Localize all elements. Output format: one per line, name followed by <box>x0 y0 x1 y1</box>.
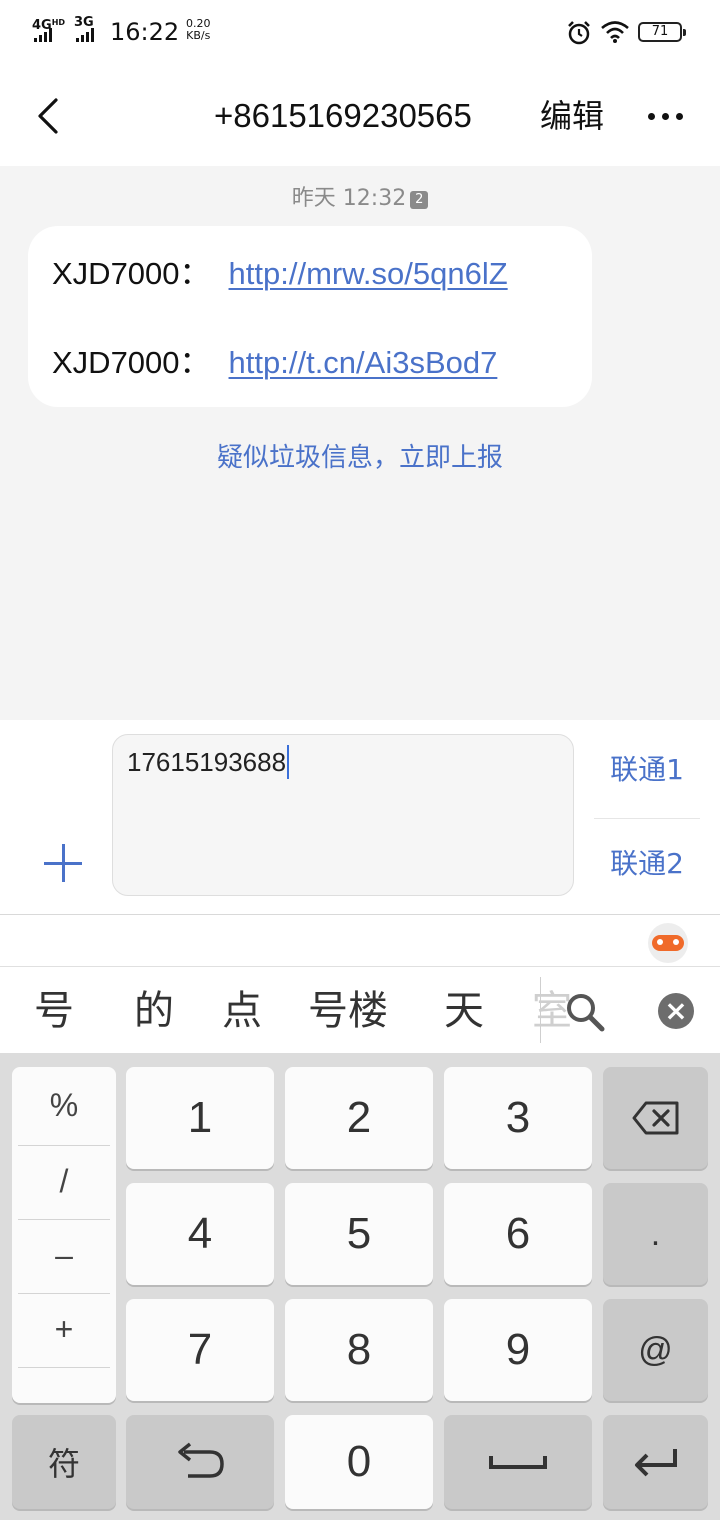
back-button[interactable] <box>28 94 72 138</box>
send-sim2-button[interactable]: 联通2 <box>594 844 700 884</box>
symbol-switch-key[interactable]: 符 <box>12 1415 116 1509</box>
candidate-bar: 号 的 点 号楼 天 室 × <box>0 967 720 1053</box>
enter-key[interactable] <box>603 1415 708 1509</box>
candidate-word[interactable]: 的 <box>134 987 174 1035</box>
divider <box>594 818 700 819</box>
backspace-key[interactable] <box>603 1067 708 1169</box>
alarm-icon <box>568 21 590 45</box>
more-dots-icon <box>648 112 655 120</box>
candidate-word[interactable]: 号 <box>34 987 74 1035</box>
divider <box>18 1219 110 1220</box>
return-keyboard-key[interactable] <box>126 1415 274 1509</box>
numeric-keypad: % / – + 1 2 3 4 5 6 . 7 8 9 @ 符 0 <box>0 1053 720 1520</box>
message-sender: XJD7000： <box>52 345 211 380</box>
app-header: +8615169230565 编辑 <box>0 64 720 166</box>
chevron-left-icon <box>38 98 58 134</box>
message-sender: XJD7000： <box>52 256 211 291</box>
edit-button[interactable]: 编辑 <box>540 94 604 138</box>
divider <box>540 977 541 1043</box>
space-icon <box>489 1456 547 1469</box>
add-attachment-button[interactable] <box>44 844 82 882</box>
symbol-key-minus[interactable]: – <box>12 1233 116 1277</box>
message-line: XJD7000： http://mrw.so/5qn6lZ <box>52 254 508 294</box>
key-2[interactable]: 2 <box>285 1067 433 1169</box>
message-link[interactable]: http://t.cn/Ai3sBod7 <box>229 345 498 380</box>
divider <box>18 1293 110 1294</box>
symbol-key-slash[interactable]: / <box>12 1159 116 1203</box>
search-icon[interactable] <box>562 989 608 1035</box>
status-bar: 4GHD 3G 16:22 0.20 KB/s 71 <box>0 0 720 64</box>
symbol-key-plus[interactable]: + <box>12 1307 116 1351</box>
symbol-key-percent[interactable]: % <box>12 1083 116 1127</box>
compose-bar: 17615193688 联通1 联通2 <box>0 720 720 914</box>
key-4[interactable]: 4 <box>126 1183 274 1285</box>
send-sim1-button[interactable]: 联通1 <box>594 750 700 790</box>
at-key[interactable]: @ <box>603 1299 708 1401</box>
key-7[interactable]: 7 <box>126 1299 274 1401</box>
candidate-word[interactable]: 点 <box>222 987 262 1035</box>
more-options-button[interactable] <box>648 102 692 130</box>
text-caret <box>287 745 290 779</box>
report-spam-link[interactable]: 疑似垃圾信息，立即上报 <box>0 440 720 476</box>
key-0[interactable]: 0 <box>285 1415 433 1509</box>
key-3[interactable]: 3 <box>444 1067 592 1169</box>
conversation-area[interactable]: 昨天 12:32 2 XJD7000： http://mrw.so/5qn6lZ X… <box>0 166 720 720</box>
signal-strength-icon-2 <box>76 28 94 42</box>
candidate-word[interactable]: 天 <box>444 987 484 1035</box>
message-input[interactable]: 17615193688 <box>112 734 574 896</box>
key-9[interactable]: 9 <box>444 1299 592 1401</box>
message-link[interactable]: http://mrw.so/5qn6lZ <box>229 256 508 291</box>
network-speed: 0.20 KB/s <box>186 17 211 42</box>
undo-icon <box>178 1442 224 1478</box>
backspace-icon <box>632 1101 678 1135</box>
battery-icon: 71 <box>638 22 686 42</box>
divider <box>18 1367 110 1368</box>
symbol-panel: % / – + <box>12 1067 116 1403</box>
space-key[interactable] <box>444 1415 592 1509</box>
key-5[interactable]: 5 <box>285 1183 433 1285</box>
divider <box>18 1145 110 1146</box>
wifi-icon <box>601 21 629 43</box>
key-6[interactable]: 6 <box>444 1183 592 1285</box>
keyboard-toolbar <box>0 915 720 967</box>
contact-number: +8615169230565 <box>214 97 472 134</box>
message-timestamp: 昨天 12:32 2 <box>0 186 720 212</box>
key-1[interactable]: 1 <box>126 1067 274 1169</box>
sim-badge: 2 <box>410 191 429 209</box>
candidate-word[interactable]: 号楼 <box>308 987 388 1035</box>
key-8[interactable]: 8 <box>285 1299 433 1401</box>
message-line: XJD7000： http://t.cn/Ai3sBod7 <box>52 343 497 383</box>
signal-strength-icon <box>34 28 52 42</box>
message-bubble[interactable]: XJD7000： http://mrw.so/5qn6lZ XJD7000： htt… <box>28 226 592 407</box>
close-candidates-button[interactable]: × <box>658 993 694 1029</box>
dot-key[interactable]: . <box>603 1183 708 1285</box>
keyboard-mascot-icon[interactable] <box>648 923 688 963</box>
enter-icon <box>634 1449 677 1477</box>
clock: 16:22 <box>110 18 180 46</box>
